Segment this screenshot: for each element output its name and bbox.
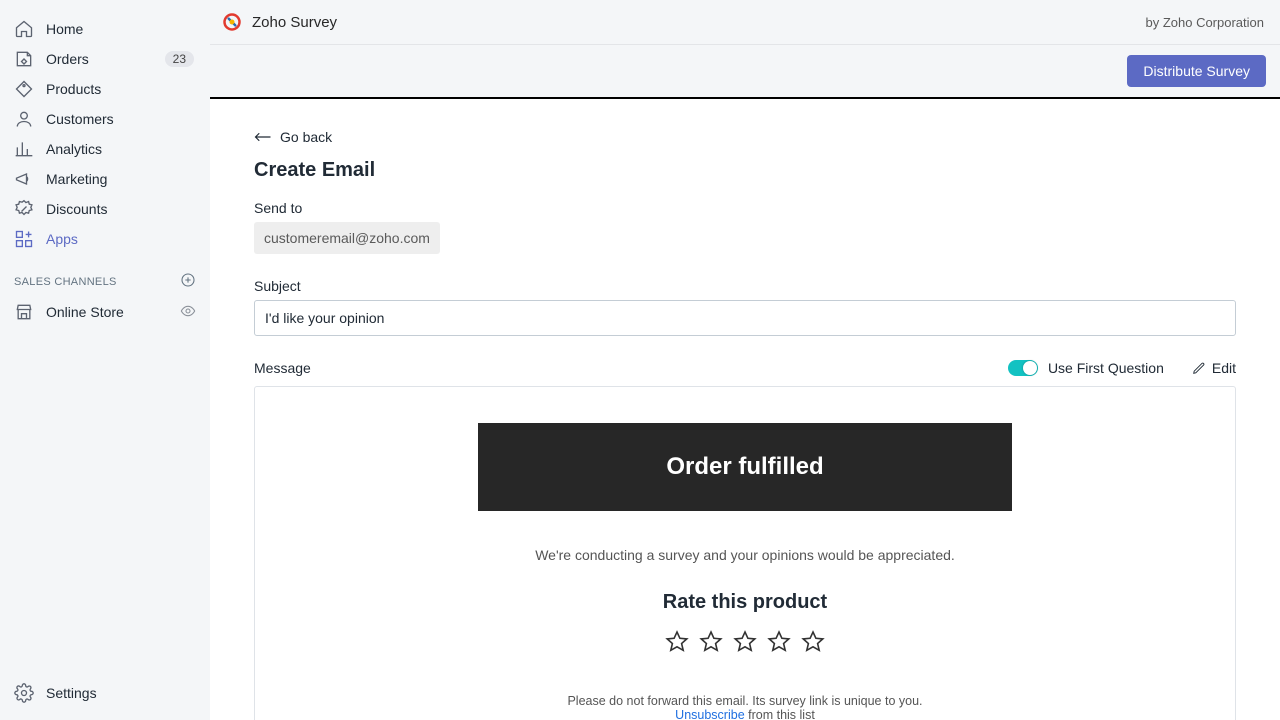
email-preview-card: Order fulfilled We're conducting a surve… <box>254 386 1236 720</box>
sidebar-item-discounts[interactable]: Discounts <box>0 194 210 224</box>
sidebar-item-label: Orders <box>46 51 165 67</box>
orders-icon <box>14 49 34 69</box>
email-intro-text: We're conducting a survey and your opini… <box>508 547 982 563</box>
sidebar-item-orders[interactable]: Orders 23 <box>0 44 210 74</box>
use-first-question-toggle[interactable] <box>1008 360 1038 376</box>
app-credit: by Zoho Corporation <box>1145 15 1264 30</box>
page-title: Create Email <box>254 159 1236 182</box>
send-to-label: Send to <box>254 200 1236 216</box>
email-header: Order fulfilled <box>478 423 1012 511</box>
star-icon[interactable] <box>733 630 757 654</box>
settings-icon <box>14 683 34 703</box>
subject-label: Subject <box>254 278 1236 294</box>
home-icon <box>14 19 34 39</box>
sidebar-item-customers[interactable]: Customers <box>0 104 210 134</box>
analytics-icon <box>14 139 34 159</box>
star-icon[interactable] <box>665 630 689 654</box>
orders-badge: 23 <box>165 51 194 67</box>
recipient-chip[interactable]: customeremail@zoho.com <box>254 222 440 254</box>
action-bar: Distribute Survey <box>210 45 1280 99</box>
topbar: Zoho Survey by Zoho Corporation <box>210 0 1280 45</box>
sidebar-item-label: Discounts <box>46 201 196 217</box>
sidebar-item-label: Customers <box>46 111 196 127</box>
sidebar-item-marketing[interactable]: Marketing <box>0 164 210 194</box>
edit-button[interactable]: Edit <box>1192 360 1236 376</box>
go-back-link[interactable]: Go back <box>254 129 332 145</box>
sidebar-item-home[interactable]: Home <box>0 14 210 44</box>
email-header-title: Order fulfilled <box>488 453 1002 481</box>
star-rating[interactable] <box>508 630 982 654</box>
discounts-icon <box>14 199 34 219</box>
sidebar-item-apps[interactable]: Apps <box>0 224 210 254</box>
products-icon <box>14 79 34 99</box>
zoho-logo-icon <box>222 12 242 32</box>
message-label: Message <box>254 360 311 376</box>
app-title: Zoho Survey <box>252 14 337 31</box>
sidebar-item-label: Online Store <box>46 304 180 320</box>
use-first-question-label: Use First Question <box>1048 360 1164 376</box>
subject-input[interactable] <box>254 300 1236 336</box>
store-icon <box>14 302 34 322</box>
sidebar-item-settings[interactable]: Settings <box>0 678 210 708</box>
sales-channels-heading: SALES CHANNELS <box>0 254 210 297</box>
star-icon[interactable] <box>699 630 723 654</box>
sidebar-item-online-store[interactable]: Online Store <box>0 297 210 327</box>
sidebar-item-label: Analytics <box>46 141 196 157</box>
pencil-icon <box>1192 361 1206 375</box>
star-icon[interactable] <box>801 630 825 654</box>
sidebar-item-products[interactable]: Products <box>0 74 210 104</box>
email-footer: Please do not forward this email. Its su… <box>508 694 982 720</box>
unsubscribe-link[interactable]: Unsubscribe <box>675 708 744 720</box>
view-store-icon[interactable] <box>180 303 196 322</box>
distribute-survey-button[interactable]: Distribute Survey <box>1127 55 1266 87</box>
star-icon[interactable] <box>767 630 791 654</box>
sidebar-item-label: Marketing <box>46 171 196 187</box>
sidebar-item-analytics[interactable]: Analytics <box>0 134 210 164</box>
main-panel: Zoho Survey by Zoho Corporation Distribu… <box>210 0 1280 720</box>
sidebar: Home Orders 23 Products Customers Analyt… <box>0 0 210 720</box>
marketing-icon <box>14 169 34 189</box>
arrow-left-icon <box>254 131 272 143</box>
sidebar-item-label: Home <box>46 21 196 37</box>
sidebar-item-label: Products <box>46 81 196 97</box>
content: Go back Create Email Send to customerema… <box>210 99 1280 720</box>
apps-icon <box>14 229 34 249</box>
sidebar-item-label: Settings <box>46 685 196 701</box>
sidebar-item-label: Apps <box>46 231 196 247</box>
add-channel-icon[interactable] <box>180 272 196 291</box>
customers-icon <box>14 109 34 129</box>
rate-title: Rate this product <box>508 591 982 614</box>
